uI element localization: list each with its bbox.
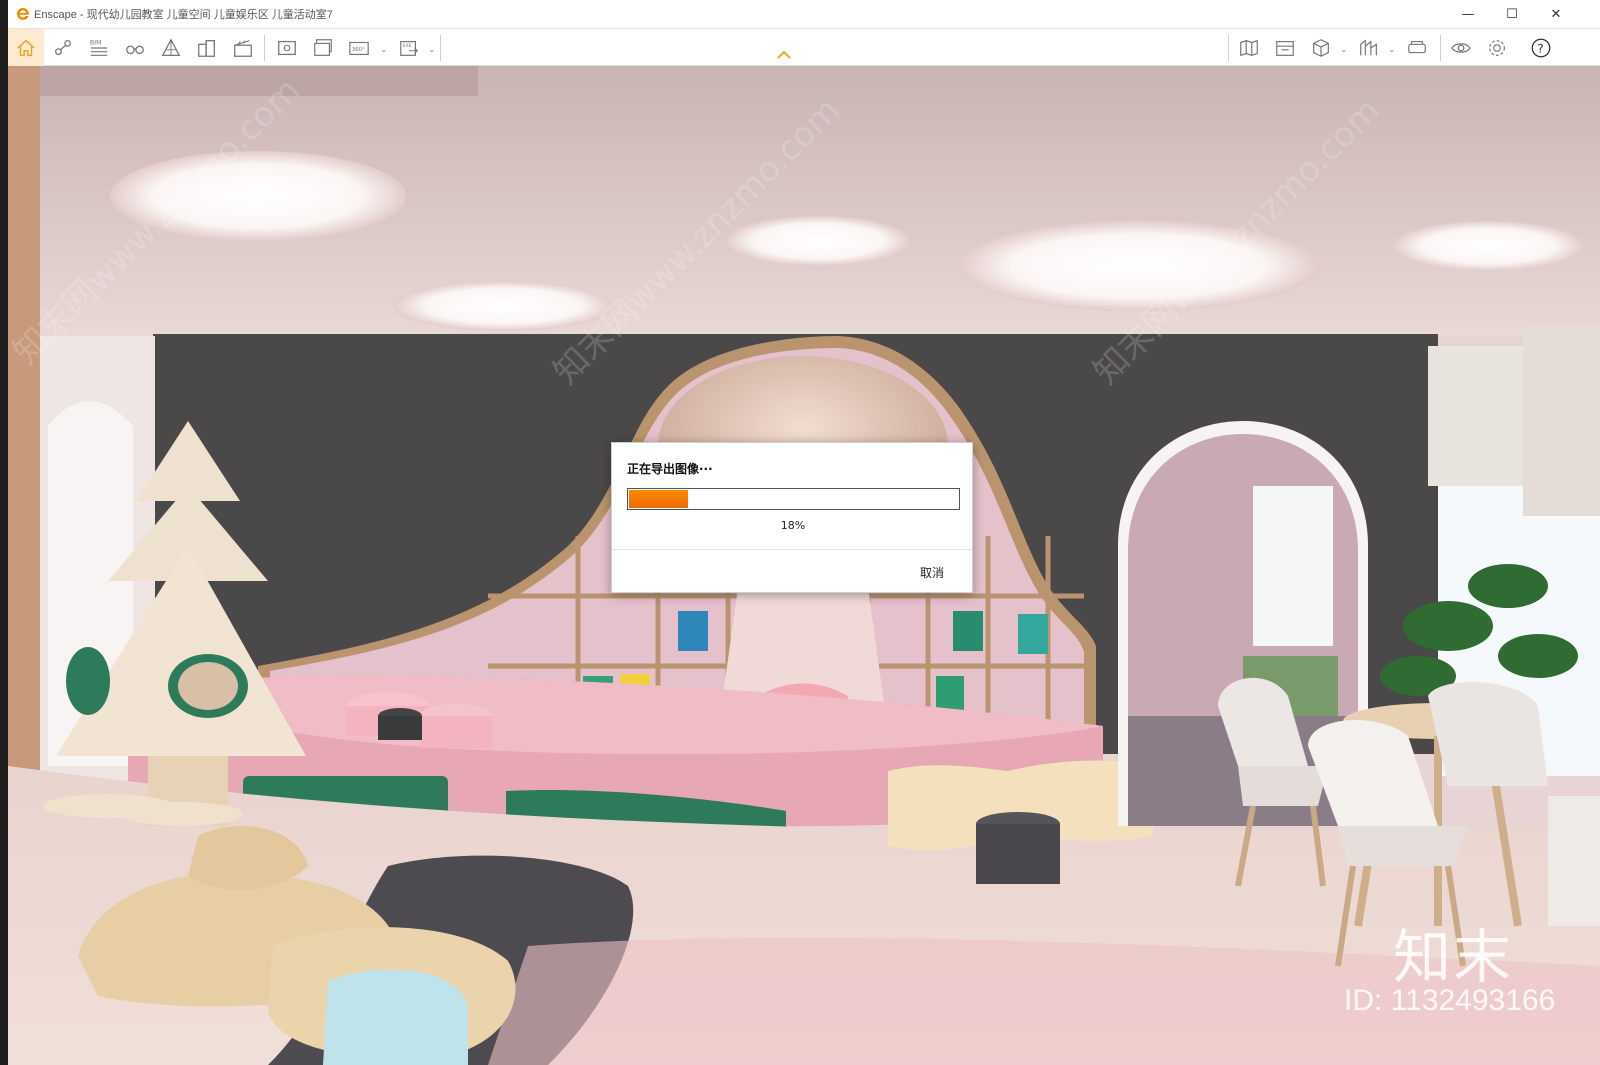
atlas-dropdown-caret[interactable]: ⌄ (1388, 45, 1396, 55)
visibility-button[interactable] (1446, 33, 1476, 63)
screenshot-button[interactable] (272, 33, 302, 63)
settings-button[interactable] (1482, 33, 1512, 63)
toolbar-separator (440, 35, 441, 61)
screenshot-icon (278, 40, 296, 56)
export-exe-button[interactable]: EXE (394, 33, 424, 63)
panorama-button[interactable]: 360° (344, 33, 374, 63)
visibility-icon (1451, 43, 1471, 53)
collapse-toolbar-chevron-icon[interactable] (776, 50, 792, 60)
render-viewport[interactable]: 知末网www.znzmo.com 知末网www.znzmo.com 知末网www… (8, 66, 1600, 1065)
navigate-icon (55, 40, 71, 56)
exe-label: EXE (403, 43, 412, 49)
progress-percent-label: 18% (780, 519, 806, 532)
buildings-icon (198, 40, 215, 57)
help-button[interactable]: ? (1526, 33, 1556, 63)
dialog-divider (612, 549, 972, 550)
export-dropdown-caret[interactable]: ⌄ (428, 45, 436, 55)
cancel-button[interactable]: 取消 (920, 564, 944, 581)
enscape-window: Enscape - 现代幼儿园教室 儿童空间 儿童娱乐区 儿童活动室7 — ☐ … (8, 0, 1600, 1065)
binoculars-button[interactable] (120, 33, 150, 63)
batch-render-button[interactable] (308, 33, 338, 63)
help-label: ? (1537, 42, 1543, 56)
navigate-button[interactable] (48, 33, 78, 63)
help-icon: ? (1531, 38, 1551, 58)
progress-bar-fill (629, 490, 688, 508)
home-button[interactable] (8, 29, 44, 66)
vr-headset-button[interactable] (1402, 33, 1432, 63)
bim-button[interactable]: BIM (84, 33, 114, 63)
map-icon (1240, 39, 1258, 57)
bim-icon: BIM (90, 38, 108, 56)
atlas-icon (1360, 39, 1377, 56)
cube-view-button[interactable] (1306, 33, 1336, 63)
toolbar: BIM 360° ⌄ EXE ⌄ ⌄ ⌄ ? (8, 29, 1600, 66)
toolbar-separator (1228, 35, 1229, 61)
watermark-id: ID: 1132493166 (1344, 984, 1556, 1017)
enscape-logo-icon (17, 8, 29, 20)
map-button[interactable] (1234, 33, 1264, 63)
home-icon (17, 39, 35, 56)
clapper-icon (234, 40, 252, 57)
minimize-button[interactable]: — (1446, 0, 1490, 29)
toolbar-separator (264, 35, 265, 61)
export-exe-icon: EXE (400, 40, 419, 56)
export-progress-dialog: 正在导出图像··· 18% 取消 (611, 442, 973, 593)
maximize-button[interactable]: ☐ (1490, 0, 1534, 29)
perspective-button[interactable] (156, 33, 186, 63)
window-title: Enscape - 现代幼儿园教室 儿童空间 儿童娱乐区 儿童活动室7 (34, 9, 333, 21)
panorama-dropdown-caret[interactable]: ⌄ (380, 45, 388, 55)
desktop-background (0, 0, 8, 1065)
atlas-button[interactable] (1354, 33, 1384, 63)
title-bar: Enscape - 现代幼儿园教室 儿童空间 儿童娱乐区 儿童活动室7 — ☐ … (8, 0, 1600, 29)
batch-render-icon (314, 39, 332, 56)
close-button[interactable]: ✕ (1534, 0, 1578, 29)
toolbar-separator (1440, 35, 1441, 61)
watermark-logo: 知末 (1393, 923, 1514, 991)
buildings-button[interactable] (192, 33, 222, 63)
vr-headset-icon (1408, 41, 1426, 54)
asset-library-icon (1276, 40, 1294, 56)
panorama-icon: 360° (349, 41, 369, 56)
bim-label: BIM (90, 38, 102, 46)
cube-dropdown-caret[interactable]: ⌄ (1340, 45, 1348, 55)
panorama-label: 360° (352, 47, 365, 53)
perspective-icon (161, 38, 181, 56)
dialog-title: 正在导出图像··· (627, 462, 713, 476)
video-editor-button[interactable] (228, 33, 258, 63)
binoculars-icon (126, 45, 144, 55)
cube-view-icon (1313, 39, 1329, 57)
progress-bar (627, 488, 960, 510)
asset-library-button[interactable] (1270, 33, 1300, 63)
settings-icon (1489, 40, 1505, 56)
